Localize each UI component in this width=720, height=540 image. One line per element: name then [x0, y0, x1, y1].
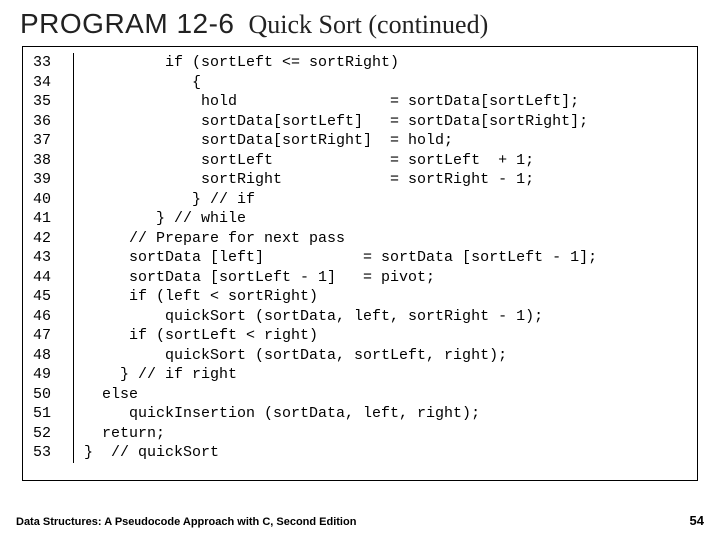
code-text: quickSort (sortData, left, sortRight - 1…	[84, 307, 543, 327]
code-line: 50 else	[31, 385, 689, 405]
code-line: 46 quickSort (sortData, left, sortRight …	[31, 307, 689, 327]
code-line: 51 quickInsertion (sortData, left, right…	[31, 404, 689, 424]
code-line: 43 sortData [left] = sortData [sortLeft …	[31, 248, 689, 268]
code-text: sortData [sortLeft - 1] = pivot;	[84, 268, 435, 288]
code-text: sortData[sortLeft] = sortData[sortRight]…	[84, 112, 588, 132]
code-text: quickSort (sortData, sortLeft, right);	[84, 346, 507, 366]
line-number: 50	[31, 385, 74, 405]
line-number: 45	[31, 287, 74, 307]
code-text: quickInsertion (sortData, left, right);	[84, 404, 480, 424]
line-number: 34	[31, 73, 74, 93]
code-text: // Prepare for next pass	[84, 229, 345, 249]
line-number: 46	[31, 307, 74, 327]
line-number: 51	[31, 404, 74, 424]
line-number: 43	[31, 248, 74, 268]
code-line: 36 sortData[sortLeft] = sortData[sortRig…	[31, 112, 689, 132]
code-line: 33 if (sortLeft <= sortRight)	[31, 53, 689, 73]
code-line: 38 sortLeft = sortLeft + 1;	[31, 151, 689, 171]
code-line: 39 sortRight = sortRight - 1;	[31, 170, 689, 190]
line-number: 52	[31, 424, 74, 444]
program-title: Quick Sort (continued)	[249, 10, 489, 40]
line-number: 47	[31, 326, 74, 346]
code-text: else	[84, 385, 138, 405]
line-number: 40	[31, 190, 74, 210]
code-text: sortData[sortRight] = hold;	[84, 131, 453, 151]
program-label: PROGRAM 12-6	[20, 8, 235, 40]
code-listing: 33 if (sortLeft <= sortRight)34 {35 hold…	[22, 46, 698, 481]
line-number: 53	[31, 443, 74, 463]
code-text: } // quickSort	[84, 443, 219, 463]
line-number: 49	[31, 365, 74, 385]
line-number: 35	[31, 92, 74, 112]
code-line: 40 } // if	[31, 190, 689, 210]
line-number: 48	[31, 346, 74, 366]
code-line: 37 sortData[sortRight] = hold;	[31, 131, 689, 151]
line-number: 41	[31, 209, 74, 229]
code-line: 45 if (left < sortRight)	[31, 287, 689, 307]
line-number: 38	[31, 151, 74, 171]
code-line: 34 {	[31, 73, 689, 93]
code-line: 52 return;	[31, 424, 689, 444]
code-text: if (sortLeft <= sortRight)	[84, 53, 399, 73]
code-text: sortData [left] = sortData [sortLeft - 1…	[84, 248, 597, 268]
line-number: 37	[31, 131, 74, 151]
program-heading: PROGRAM 12-6 Quick Sort (continued)	[16, 8, 704, 40]
code-line: 49 } // if right	[31, 365, 689, 385]
slide: PROGRAM 12-6 Quick Sort (continued) 33 i…	[0, 0, 720, 540]
code-line: 42 // Prepare for next pass	[31, 229, 689, 249]
code-text: } // if	[84, 190, 255, 210]
code-line: 41 } // while	[31, 209, 689, 229]
code-text: sortRight = sortRight - 1;	[84, 170, 534, 190]
code-text: sortLeft = sortLeft + 1;	[84, 151, 534, 171]
line-number: 44	[31, 268, 74, 288]
line-number: 42	[31, 229, 74, 249]
code-text: if (left < sortRight)	[84, 287, 318, 307]
code-line: 53 } // quickSort	[31, 443, 689, 463]
code-text: {	[84, 73, 201, 93]
code-text: hold = sortData[sortLeft];	[84, 92, 579, 112]
page-number: 54	[690, 513, 704, 528]
line-number: 39	[31, 170, 74, 190]
book-title: Data Structures: A Pseudocode Approach w…	[16, 516, 356, 528]
code-line: 48 quickSort (sortData, sortLeft, right)…	[31, 346, 689, 366]
line-number: 33	[31, 53, 74, 73]
line-number: 36	[31, 112, 74, 132]
code-text: if (sortLeft < right)	[84, 326, 318, 346]
slide-footer: Data Structures: A Pseudocode Approach w…	[16, 513, 704, 528]
code-text: } // if right	[84, 365, 237, 385]
code-line: 44 sortData [sortLeft - 1] = pivot;	[31, 268, 689, 288]
code-line: 35 hold = sortData[sortLeft];	[31, 92, 689, 112]
code-text: return;	[84, 424, 165, 444]
code-text: } // while	[84, 209, 246, 229]
code-line: 47 if (sortLeft < right)	[31, 326, 689, 346]
